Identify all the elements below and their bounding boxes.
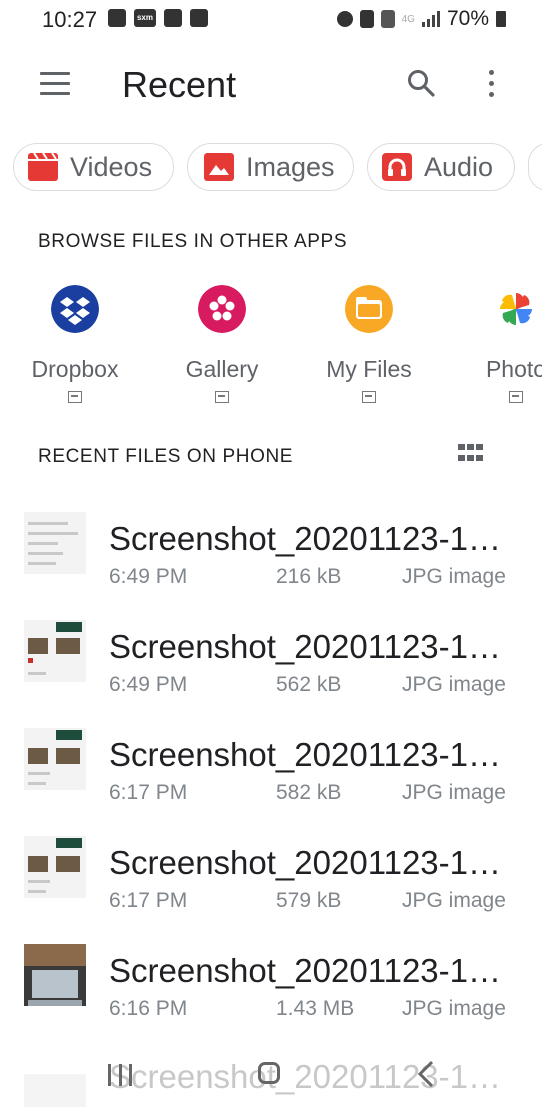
sxm-icon: sxm (134, 9, 156, 27)
wifi-calling-icon (380, 10, 395, 28)
open-external-icon (68, 391, 82, 403)
file-row[interactable]: Screenshot_20201123-1… 6:49 PM 562 kB JP… (0, 614, 542, 722)
file-type: JPG image (402, 889, 506, 912)
recents-icon[interactable] (108, 1064, 132, 1086)
battery-percent: 70% (446, 7, 489, 30)
chip-audio[interactable]: Audio (367, 143, 515, 191)
signal-icon (421, 11, 440, 27)
file-row[interactable]: Screenshot_20201123-1… 6:17 PM 582 kB JP… (0, 722, 542, 830)
home-icon[interactable] (258, 1062, 280, 1084)
file-size: 579 kB (276, 889, 342, 912)
file-size: 1.43 MB (276, 997, 355, 1020)
app-dropbox[interactable]: Dropbox (0, 285, 150, 403)
app-my-files[interactable]: My Files (294, 285, 444, 403)
alarm-icon (336, 11, 353, 27)
file-name: Screenshot_20201123-1… (109, 520, 502, 557)
file-type: JPG image (402, 781, 506, 804)
chip-images[interactable]: Images (187, 143, 354, 191)
more-vert-icon[interactable] (486, 70, 496, 98)
file-type: JPG image (402, 565, 506, 588)
battery-icon (496, 11, 506, 27)
folder-icon (345, 285, 393, 333)
file-thumbnail (24, 512, 86, 574)
chip-more[interactable] (528, 143, 542, 191)
open-external-icon (509, 391, 523, 403)
page-title: Recent (122, 64, 237, 105)
file-name: Screenshot_20201123-1… (109, 628, 502, 665)
recent-section-title: RECENT FILES ON PHONE (38, 446, 294, 467)
video-icon (28, 153, 58, 181)
file-size: 216 kB (276, 565, 342, 588)
hamburger-menu-icon[interactable] (40, 72, 70, 96)
app-name: Gallery (185, 356, 259, 382)
file-row[interactable]: Screenshot_20201123-1… 6:17 PM 579 kB JP… (0, 830, 542, 938)
a-icon (108, 9, 126, 27)
back-icon[interactable] (416, 1060, 436, 1088)
nfl-icon (164, 9, 182, 27)
file-thumbnail (24, 620, 86, 682)
dropbox-icon (51, 285, 99, 333)
photos-pinwheel-icon (500, 293, 532, 325)
status-bar: 10:27 sxm 4G 70% (0, 0, 542, 38)
file-thumbnail (24, 728, 86, 790)
app-photos[interactable]: Photo (441, 285, 542, 403)
notification-icons: sxm (108, 9, 208, 27)
chip-label: Images (246, 151, 335, 182)
file-name: Screenshot_20201123-1… (109, 952, 502, 989)
file-name: Screenshot_20201123-1… (109, 736, 502, 773)
file-time: 6:16 PM (109, 997, 188, 1020)
file-type: JPG image (402, 997, 506, 1020)
file-time: 6:17 PM (109, 781, 188, 804)
chip-videos[interactable]: Videos (13, 143, 174, 191)
app-bar: Recent (0, 50, 542, 120)
chip-label: Audio (424, 151, 494, 182)
file-row[interactable]: Screenshot_20201123-1… 6:16 PM 1.43 MB J… (0, 938, 542, 1046)
system-icons: 4G 70% (336, 7, 506, 31)
browse-section-title: BROWSE FILES IN OTHER APPS (38, 231, 348, 252)
file-time: 6:49 PM (109, 565, 188, 588)
file-time: 6:17 PM (109, 889, 188, 912)
file-time: 6:49 PM (109, 673, 188, 696)
file-type: JPG image (402, 673, 506, 696)
app-name: My Files (326, 356, 412, 382)
search-icon[interactable] (406, 68, 436, 98)
file-row[interactable]: Screenshot_20201123-1… 6:49 PM 216 kB JP… (0, 506, 542, 614)
navigation-bar: Screenshot_20201123-1… (0, 1042, 542, 1107)
app-name: Photo (485, 356, 542, 382)
status-time: 10:27 (42, 7, 98, 32)
app-gallery[interactable]: Gallery (147, 285, 297, 403)
nyt-icon (190, 9, 208, 27)
file-thumbnail (24, 836, 86, 898)
lock-icon (359, 10, 374, 28)
lte-icon: 4G (401, 13, 415, 25)
headphones-icon (382, 153, 412, 181)
open-external-icon (362, 391, 376, 403)
grid-view-icon[interactable] (458, 444, 484, 464)
gallery-icon (198, 285, 246, 333)
app-name: Dropbox (31, 356, 119, 382)
chip-label: Videos (70, 151, 153, 182)
image-icon (204, 153, 234, 181)
file-name[interactable]: Screenshot_20201123-1… (109, 1058, 501, 1096)
file-name: Screenshot_20201123-1… (109, 844, 502, 881)
filter-chips: Videos Images Audio (0, 143, 542, 193)
file-thumbnail (24, 1074, 86, 1107)
file-size: 562 kB (276, 673, 342, 696)
file-thumbnail (24, 944, 86, 1006)
open-external-icon (215, 391, 229, 403)
file-size: 582 kB (276, 781, 342, 804)
browse-apps: Dropbox Gallery My Files Photo (0, 285, 542, 405)
